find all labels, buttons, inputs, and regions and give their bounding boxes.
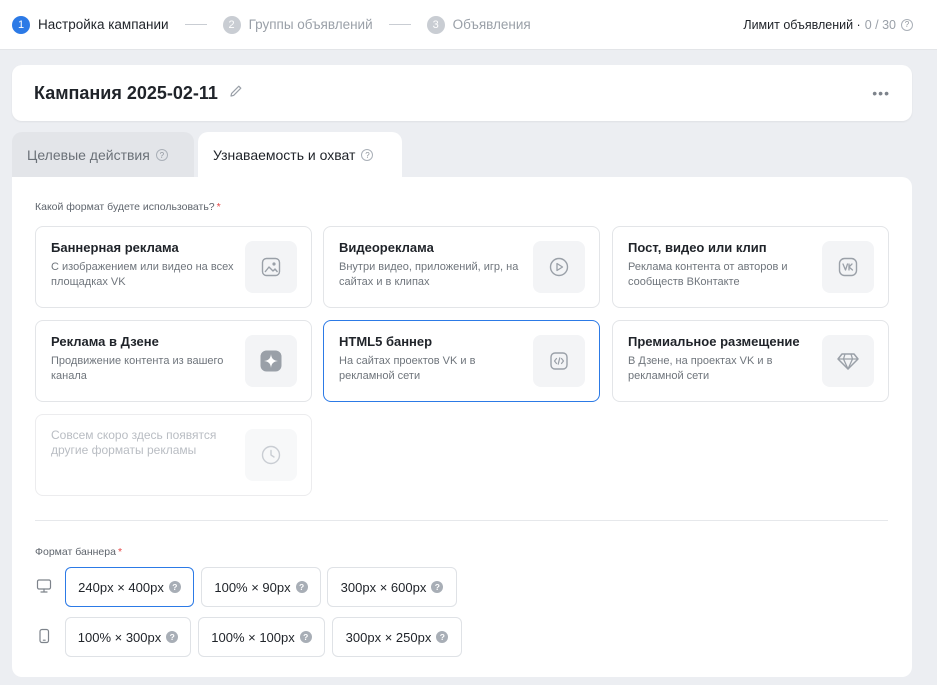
step-number: 2	[222, 15, 241, 34]
help-icon[interactable]: ?	[295, 581, 308, 593]
step-ad-groups[interactable]: 2 Группы объявлений	[222, 15, 373, 34]
size-label: 100% × 300px	[77, 629, 162, 645]
format-card-video[interactable]: Видеореклама Внутри видео, приложений, и…	[323, 226, 600, 308]
size-label: 300px × 250px	[345, 629, 432, 645]
size-chip-100x90[interactable]: 100% × 90px ?	[201, 567, 321, 607]
image-icon	[245, 241, 297, 293]
stepper-bar: 1 Настройка кампании 2 Группы объявлений…	[0, 0, 937, 50]
ad-limit: Лимит объявлений · 0 / 30 ?	[743, 18, 925, 32]
format-card-html5[interactable]: HTML5 баннер На сайтах проектов VK и в р…	[323, 320, 600, 402]
tab-label: Целевые действия	[27, 147, 150, 163]
ad-limit-label: Лимит объявлений ·	[743, 17, 861, 32]
help-icon[interactable]: ?	[168, 581, 181, 593]
required-mark: *	[117, 546, 123, 558]
format-card-post[interactable]: Пост, видео или клип Реклама контента от…	[612, 226, 889, 308]
format-desc: Реклама контента от авторов и сообществ …	[628, 261, 788, 288]
format-question-text: Какой формат будете использовать?	[35, 201, 215, 213]
format-desc: В Дзене, на проектах VK и в рекламной се…	[628, 355, 773, 382]
desktop-icon	[36, 578, 52, 594]
ad-limit-value: 0 / 30	[864, 17, 896, 32]
size-chip-240x400[interactable]: 240px × 400px ?	[65, 567, 194, 607]
format-card-premium[interactable]: Премиальное размещение В Дзене, на проек…	[612, 320, 889, 402]
tab-awareness-reach[interactable]: Узнаваемость и охват ?	[198, 132, 402, 178]
step-separator	[388, 24, 411, 25]
mobile-icon	[36, 628, 52, 644]
format-question: Какой формат будете использовать? *	[35, 201, 221, 213]
campaign-title: Кампания 2025-02-11	[34, 82, 218, 103]
step-number: 3	[426, 15, 445, 34]
size-chip-100x300[interactable]: 100% × 300px ?	[65, 617, 191, 657]
code-icon	[533, 335, 585, 387]
dzen-icon	[245, 335, 297, 387]
size-label: 100% × 100px	[211, 629, 295, 645]
help-icon[interactable]: ?	[436, 631, 449, 643]
tab-label: Узнаваемость и охват	[213, 147, 356, 163]
size-label: 240px × 400px	[78, 579, 164, 595]
diamond-icon	[822, 335, 874, 387]
coming-soon-text: Совсем скоро здесь появятся другие форма…	[51, 428, 217, 457]
banner-format-label-text: Формат баннера	[35, 546, 116, 558]
format-desc: Продвижение контента из вашего канала	[51, 355, 224, 382]
help-icon[interactable]: ?	[431, 581, 444, 593]
format-panel: Какой формат будете использовать? * Банне…	[12, 177, 912, 677]
required-mark: *	[216, 201, 221, 213]
help-icon[interactable]: ?	[299, 631, 312, 643]
format-desc: На сайтах проектов VK и в рекламной сети	[339, 355, 476, 382]
more-options-button[interactable]: •••	[872, 85, 890, 101]
help-icon[interactable]: ?	[166, 631, 179, 643]
step-label: Группы объявлений	[248, 17, 373, 32]
section-divider	[35, 520, 888, 521]
vk-icon	[822, 241, 874, 293]
step-number: 1	[12, 15, 30, 34]
size-chip-300x600[interactable]: 300px × 600px ?	[327, 567, 457, 607]
tab-target-actions[interactable]: Целевые действия ?	[12, 132, 194, 178]
help-icon[interactable]: ?	[155, 149, 168, 161]
banner-format-label: Формат баннера *	[35, 546, 122, 558]
format-card-banner[interactable]: Баннерная реклама С изображением или вид…	[35, 226, 312, 308]
help-icon[interactable]: ?	[901, 18, 913, 31]
step-separator	[184, 24, 207, 25]
size-chip-300x250[interactable]: 300px × 250px ?	[332, 617, 462, 657]
edit-pencil-icon[interactable]	[228, 83, 244, 103]
step-label: Настройка кампании	[38, 17, 169, 32]
format-desc: С изображением или видео на всех площадк…	[51, 261, 234, 288]
size-label: 300px × 600px	[340, 579, 427, 595]
step-ads[interactable]: 3 Объявления	[426, 15, 531, 34]
step-label: Объявления	[452, 17, 531, 32]
format-desc: Внутри видео, приложений, игр, на сайтах…	[339, 261, 519, 288]
size-chip-100x100[interactable]: 100% × 100px ?	[198, 617, 325, 657]
step-campaign-settings[interactable]: 1 Настройка кампании	[12, 15, 169, 34]
campaign-header: Кампания 2025-02-11 •••	[12, 65, 912, 121]
clock-icon	[245, 429, 297, 481]
play-icon	[533, 241, 585, 293]
format-card-dzen[interactable]: Реклама в Дзене Продвижение контента из …	[35, 320, 312, 402]
format-card-coming-soon: Совсем скоро здесь появятся другие форма…	[35, 414, 312, 496]
help-icon[interactable]: ?	[361, 149, 374, 161]
size-label: 100% × 90px	[214, 579, 291, 595]
